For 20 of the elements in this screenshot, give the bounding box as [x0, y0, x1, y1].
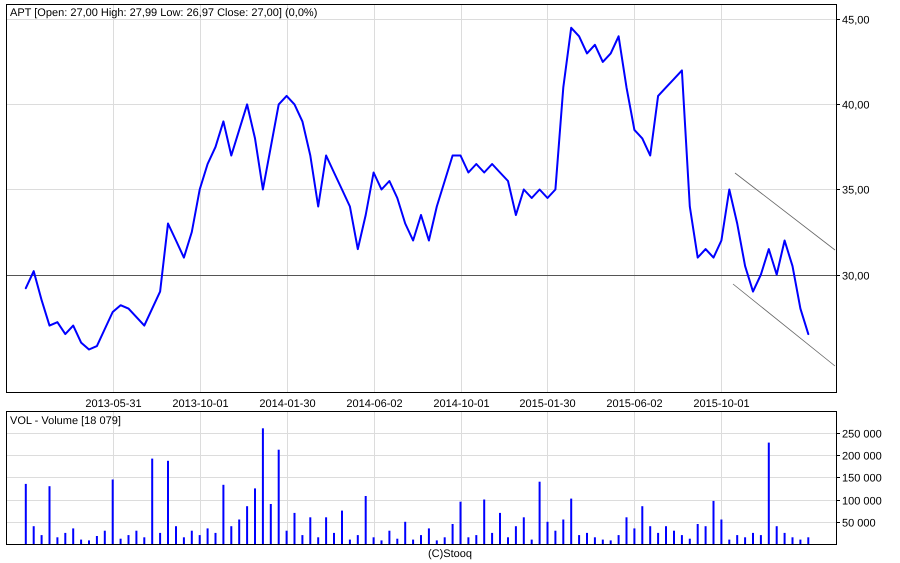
chart-title: APT [Open: 27,00 High: 27,99 Low: 26,97 Close: 27,00] (0,0%)	[10, 7, 318, 19]
chart-title: VOL - Volume [18 079]	[10, 415, 121, 427]
tick-label: 50 000	[842, 518, 876, 530]
copyright-text: (C)Stooq	[428, 548, 472, 561]
date-label: 2013-05-31	[85, 398, 142, 410]
date-label: 2015-01-30	[519, 398, 576, 410]
date-label: 2015-06-02	[606, 398, 663, 410]
tick-label: 250 000	[842, 428, 882, 440]
tick-label: 45,00	[842, 14, 870, 26]
date-label: 2014-06-02	[346, 398, 403, 410]
tick-label: 30,00	[842, 270, 870, 282]
date-label: 2014-01-30	[259, 398, 316, 410]
date-label: 2014-10-01	[433, 398, 490, 410]
tick-label: 35,00	[842, 184, 870, 196]
tick-label: 40,00	[842, 100, 870, 112]
tick-label: 100 000	[842, 496, 882, 508]
tick-label: 150 000	[842, 472, 882, 484]
date-label: 2015-10-01	[693, 398, 750, 410]
tick-label: 200 000	[842, 450, 882, 462]
date-label: 2013-10-01	[172, 398, 229, 410]
